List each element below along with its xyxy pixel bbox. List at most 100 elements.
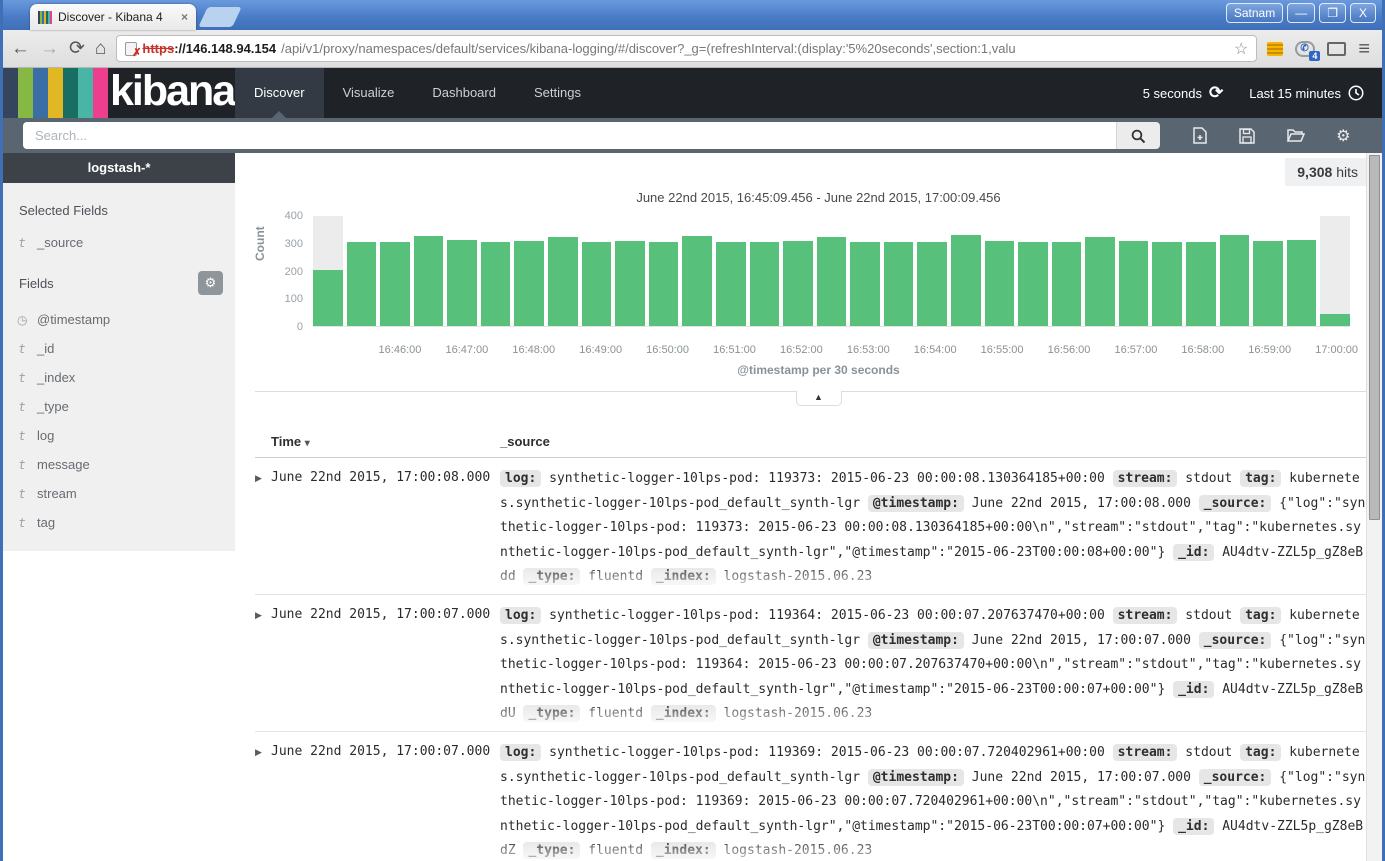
extension-phone-icon[interactable]: ✆ 4 — [1295, 41, 1315, 57]
nav-item-discover[interactable]: Discover — [235, 68, 324, 118]
x-axis-ticks: 16:46:0016:47:0016:48:0016:49:0016:50:00… — [313, 344, 1350, 358]
browser-titlebar: Discover - Kibana 4 × Satnam — ❐ X — [3, 0, 1382, 30]
string-field-icon: t — [17, 342, 27, 356]
fields-settings-gear-icon[interactable]: ⚙ — [198, 271, 223, 295]
selected-fields-heading: Selected Fields — [19, 203, 235, 218]
histogram-bar[interactable] — [850, 216, 880, 326]
field-value: logstash-2015.06.23 — [716, 706, 873, 721]
tab-close-icon[interactable]: × — [181, 10, 188, 24]
new-tab-button[interactable] — [198, 7, 241, 27]
field-label-badge: tag: — [1240, 470, 1281, 487]
field-item-tag[interactable]: ttag — [17, 508, 235, 537]
save-search-button[interactable] — [1239, 128, 1255, 144]
x-tick-label: 16:53:00 — [847, 344, 890, 356]
field-item-timestamp[interactable]: ◷@timestamp — [17, 305, 235, 334]
histogram-bar[interactable] — [649, 216, 679, 326]
histogram-bar[interactable] — [447, 216, 477, 326]
search-input[interactable] — [23, 122, 1116, 149]
string-field-icon: t — [17, 487, 27, 501]
field-item-log[interactable]: tlog — [17, 421, 235, 450]
maximize-button[interactable]: ❐ — [1319, 3, 1346, 23]
histogram-bar[interactable] — [951, 216, 981, 326]
histogram-bar[interactable] — [347, 216, 377, 326]
expand-row-icon[interactable]: ▶ — [255, 741, 271, 861]
close-button[interactable]: X — [1350, 3, 1376, 23]
histogram-bar[interactable] — [582, 216, 612, 326]
histogram-bar[interactable] — [917, 216, 947, 326]
url-path: /api/v1/proxy/namespaces/default/service… — [281, 41, 1229, 56]
cast-icon[interactable] — [1327, 42, 1346, 56]
histogram-bar[interactable] — [1052, 216, 1082, 326]
nav-item-settings[interactable]: Settings — [515, 68, 600, 118]
histogram-bar[interactable] — [1085, 216, 1115, 326]
field-item-id[interactable]: t _id — [17, 334, 235, 363]
expand-row-icon[interactable]: ▶ — [255, 467, 271, 594]
histogram-bar[interactable] — [985, 216, 1015, 326]
search-button[interactable] — [1116, 122, 1160, 149]
histogram-bar[interactable] — [313, 216, 343, 326]
minimize-button[interactable]: — — [1287, 3, 1315, 23]
open-search-button[interactable] — [1287, 128, 1305, 143]
histogram-bar[interactable] — [1119, 216, 1149, 326]
time-range-button[interactable]: Last 15 minutes — [1249, 85, 1364, 101]
histogram-bar[interactable] — [615, 216, 645, 326]
home-icon[interactable]: ⌂ — [95, 39, 106, 58]
histogram-bar[interactable] — [783, 216, 813, 326]
field-label-badge: _id: — [1173, 544, 1214, 561]
kibana-logo-stripes — [3, 68, 108, 118]
histogram-bar[interactable] — [1220, 216, 1250, 326]
histogram-bar[interactable] — [548, 216, 578, 326]
field-item-source[interactable]: t_source — [17, 228, 235, 257]
field-value: stdout — [1177, 471, 1240, 486]
expand-row-icon[interactable]: ▶ — [255, 604, 271, 731]
phone-badge: 4 — [1309, 51, 1320, 61]
nav-item-visualize[interactable]: Visualize — [324, 68, 414, 118]
field-item-type[interactable]: t_type — [17, 392, 235, 421]
histogram-bar[interactable] — [817, 216, 847, 326]
settings-gear-icon[interactable]: ⚙ — [1336, 126, 1350, 146]
histogram-bar[interactable] — [1320, 216, 1350, 326]
field-item-message[interactable]: tmessage — [17, 450, 235, 479]
histogram-bar[interactable] — [414, 216, 444, 326]
reload-icon[interactable]: ⟳ — [69, 39, 85, 58]
histogram-bar[interactable] — [716, 216, 746, 326]
scrollbar-thumb[interactable] — [1369, 155, 1380, 520]
histogram-bar[interactable] — [481, 216, 511, 326]
forward-icon[interactable]: → — [40, 39, 59, 58]
histogram-bar[interactable] — [1186, 216, 1216, 326]
field-value: logstash-2015.06.23 — [716, 843, 873, 858]
time-column-header[interactable]: Time ▾ — [271, 434, 500, 449]
field-label-badge: _source: — [1199, 495, 1272, 512]
index-pattern-selector[interactable]: logstash-* — [3, 153, 235, 183]
histogram-bar[interactable] — [1018, 216, 1048, 326]
profile-button[interactable]: Satnam — [1226, 3, 1283, 23]
field-name: _id — [37, 341, 54, 356]
x-tick-label: 16:48:00 — [512, 344, 555, 356]
histogram-bar[interactable] — [514, 216, 544, 326]
browser-menu-icon[interactable]: ≡ — [1358, 39, 1370, 59]
field-value: June 22nd 2015, 17:00:07.000 — [964, 633, 1199, 648]
histogram-bar[interactable] — [884, 216, 914, 326]
browser-tab[interactable]: Discover - Kibana 4 × — [30, 4, 196, 30]
back-icon[interactable]: ← — [11, 39, 30, 58]
x-axis-title: @timestamp per 30 seconds — [255, 363, 1382, 377]
histogram-bar[interactable] — [750, 216, 780, 326]
histogram-bar[interactable] — [380, 216, 410, 326]
extension-list-icon[interactable] — [1267, 42, 1283, 56]
histogram-bar[interactable] — [1152, 216, 1182, 326]
histogram-bar[interactable] — [682, 216, 712, 326]
x-tick-label: 16:54:00 — [914, 344, 957, 356]
bookmark-star-icon[interactable]: ☆ — [1234, 39, 1248, 59]
histogram-bar[interactable] — [1253, 216, 1283, 326]
field-item-index[interactable]: t_index — [17, 363, 235, 392]
discover-main: 9,308 hits June 22nd 2015, 16:45:09.456 … — [235, 153, 1382, 861]
field-label-badge: _source: — [1199, 632, 1272, 649]
new-search-button[interactable] — [1192, 127, 1208, 144]
chart-plot — [313, 216, 1350, 327]
refresh-interval-button[interactable]: 5 seconds ⟳ — [1143, 83, 1224, 103]
collapse-chart-button[interactable]: ▲ — [796, 391, 842, 406]
histogram-bar[interactable] — [1287, 216, 1317, 326]
url-bar[interactable]: ✗ https://146.148.94.154 /api/v1/proxy/n… — [116, 35, 1257, 62]
field-item-stream[interactable]: tstream — [17, 479, 235, 508]
nav-item-dashboard[interactable]: Dashboard — [413, 68, 515, 118]
